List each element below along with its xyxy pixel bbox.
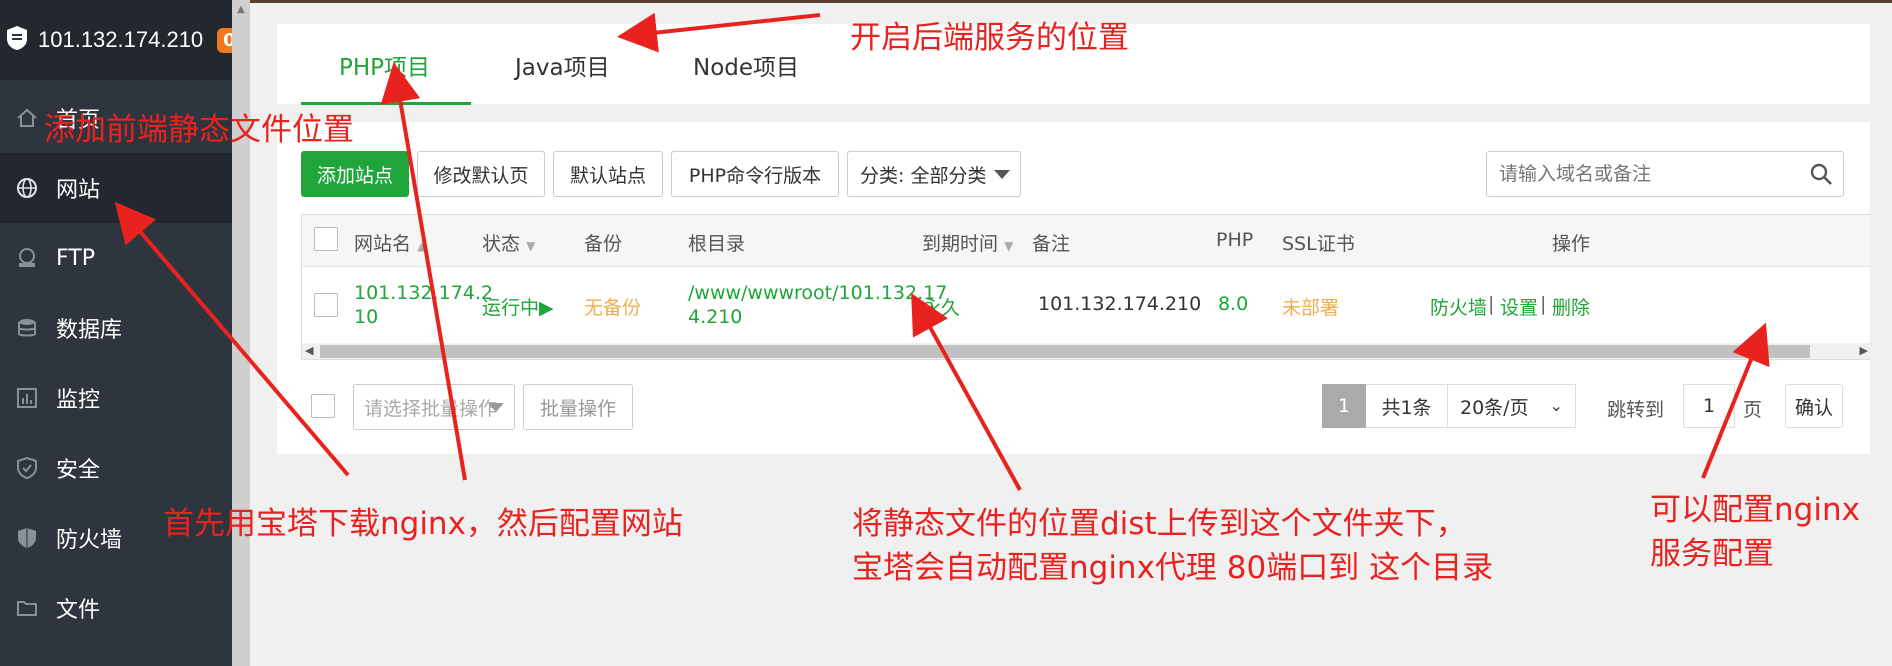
annotation-frontend: 添加前端静态文件位置 [44,112,354,148]
arrow-frontend [380,62,467,481]
annotation-nginx-first: 首先用宝塔下载nginx，然后配置网站 [163,506,683,542]
annotation-backend: 开启后端服务的位置 [850,20,1129,56]
arrow-nginx [114,201,350,477]
arrow-dist [911,292,1022,491]
annotation-dist: 将静态文件的位置dist上传到这个文件夹下， 宝塔会自动配置nginx代理 80… [852,506,1494,586]
annotation-config: 可以配置nginx 服务配置 [1650,492,1860,572]
arrow-config [1701,322,1770,479]
arrow-backend [617,12,821,53]
